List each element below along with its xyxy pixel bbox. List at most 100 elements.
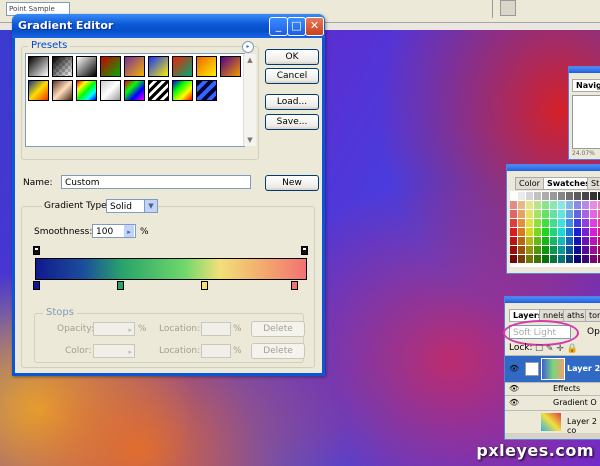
dialog-titlebar[interactable]: Gradient Editor _ □ ✕ xyxy=(12,14,325,38)
color-swatch[interactable] xyxy=(550,192,557,200)
color-swatch[interactable] xyxy=(518,219,525,227)
color-swatch[interactable] xyxy=(590,246,597,254)
preset-swatch[interactable] xyxy=(124,56,145,77)
minimize-icon[interactable]: _ xyxy=(269,17,288,36)
layers-titlebar[interactable] xyxy=(505,297,600,303)
color-swatch[interactable] xyxy=(550,201,557,209)
color-swatch[interactable] xyxy=(566,192,573,200)
color-swatch[interactable] xyxy=(510,219,517,227)
color-swatch[interactable] xyxy=(550,228,557,236)
color-swatch[interactable] xyxy=(574,255,581,263)
color-swatch[interactable] xyxy=(518,201,525,209)
color-swatch[interactable] xyxy=(550,246,557,254)
preset-swatch[interactable] xyxy=(100,80,121,101)
color-swatch[interactable] xyxy=(518,246,525,254)
color-swatch[interactable] xyxy=(542,246,549,254)
color-swatch[interactable] xyxy=(510,237,517,245)
scroll-down-icon[interactable]: ▼ xyxy=(245,135,255,145)
effects-row[interactable]: 👁 Effects xyxy=(505,382,600,395)
maximize-icon[interactable]: □ xyxy=(287,17,306,36)
color-stop[interactable] xyxy=(201,281,208,290)
color-swatch[interactable] xyxy=(558,192,565,200)
color-swatch[interactable] xyxy=(582,192,589,200)
color-swatch[interactable] xyxy=(590,219,597,227)
color-swatch[interactable] xyxy=(526,219,533,227)
color-swatch[interactable] xyxy=(510,201,517,209)
color-swatch[interactable] xyxy=(558,255,565,263)
smoothness-input[interactable]: 100 ▸ xyxy=(92,224,136,238)
color-swatch[interactable] xyxy=(534,246,541,254)
color-swatch[interactable] xyxy=(574,237,581,245)
color-stop[interactable] xyxy=(33,281,40,290)
color-swatch[interactable] xyxy=(590,201,597,209)
color-swatch[interactable] xyxy=(550,210,557,218)
gradient-overlay-row[interactable]: 👁 Gradient O xyxy=(505,395,600,410)
opacity-stop-left[interactable] xyxy=(33,246,40,255)
preset-swatch[interactable] xyxy=(220,56,241,77)
color-swatch[interactable] xyxy=(558,228,565,236)
navigator-titlebar[interactable] xyxy=(569,67,600,73)
color-swatch[interactable] xyxy=(534,210,541,218)
preset-swatch[interactable] xyxy=(52,80,73,101)
preset-swatch[interactable] xyxy=(196,56,217,77)
color-swatch[interactable] xyxy=(558,219,565,227)
eye-icon[interactable]: 👁 xyxy=(509,398,521,408)
color-swatch[interactable] xyxy=(534,237,541,245)
color-swatch[interactable] xyxy=(574,201,581,209)
color-swatch[interactable] xyxy=(566,237,573,245)
load-button[interactable]: Load... xyxy=(265,94,319,110)
chevron-down-icon[interactable]: ▼ xyxy=(144,200,157,212)
preset-swatch[interactable] xyxy=(100,56,121,77)
color-swatch[interactable] xyxy=(534,201,541,209)
color-swatch[interactable] xyxy=(542,210,549,218)
color-swatch[interactable] xyxy=(518,210,525,218)
tab-styles[interactable]: St xyxy=(587,177,600,190)
color-swatch[interactable] xyxy=(534,255,541,263)
eye-icon[interactable]: 👁 xyxy=(509,384,521,394)
color-swatch[interactable] xyxy=(510,246,517,254)
preset-swatch[interactable] xyxy=(148,80,169,101)
presets-scrollbar[interactable]: ▲ ▼ xyxy=(243,54,256,146)
tab-navigator[interactable]: Navig xyxy=(572,79,600,92)
color-swatch[interactable] xyxy=(582,219,589,227)
color-swatch[interactable] xyxy=(534,192,541,200)
color-swatch[interactable] xyxy=(542,201,549,209)
color-swatch[interactable] xyxy=(590,255,597,263)
preset-swatch[interactable] xyxy=(148,56,169,77)
color-swatch[interactable] xyxy=(542,192,549,200)
color-swatch[interactable] xyxy=(582,255,589,263)
color-stop[interactable] xyxy=(117,281,124,290)
color-swatch[interactable] xyxy=(550,255,557,263)
color-swatch[interactable] xyxy=(582,201,589,209)
color-swatch[interactable] xyxy=(518,237,525,245)
color-swatch[interactable] xyxy=(574,219,581,227)
color-swatch[interactable] xyxy=(574,228,581,236)
color-swatch[interactable] xyxy=(574,192,581,200)
smoothness-arrow-icon[interactable]: ▸ xyxy=(124,225,134,237)
preset-swatch[interactable] xyxy=(196,80,217,101)
preset-swatch[interactable] xyxy=(76,80,97,101)
color-swatch[interactable] xyxy=(582,210,589,218)
color-swatch[interactable] xyxy=(550,237,557,245)
name-input[interactable]: Custom xyxy=(61,175,251,189)
color-swatch[interactable] xyxy=(566,228,573,236)
color-swatch[interactable] xyxy=(566,219,573,227)
gradient-bar[interactable] xyxy=(35,258,307,280)
color-swatch[interactable] xyxy=(526,228,533,236)
layer-row-active[interactable]: 👁 Layer 2 xyxy=(505,355,600,382)
cancel-button[interactable]: Cancel xyxy=(265,68,319,84)
preset-swatch[interactable] xyxy=(76,56,97,77)
preset-swatch[interactable] xyxy=(28,80,49,101)
color-swatch[interactable] xyxy=(534,219,541,227)
color-swatch[interactable] xyxy=(590,228,597,236)
tab-history[interactable]: tor xyxy=(585,309,600,322)
swatch-grid[interactable] xyxy=(510,191,600,267)
color-swatch[interactable] xyxy=(526,192,533,200)
color-swatch[interactable] xyxy=(526,237,533,245)
color-stop[interactable] xyxy=(291,281,298,290)
color-swatch[interactable] xyxy=(550,219,557,227)
color-swatch[interactable] xyxy=(574,246,581,254)
close-icon[interactable]: ✕ xyxy=(305,17,324,36)
scroll-up-icon[interactable]: ▲ xyxy=(245,55,255,65)
link-icon[interactable] xyxy=(525,362,539,376)
